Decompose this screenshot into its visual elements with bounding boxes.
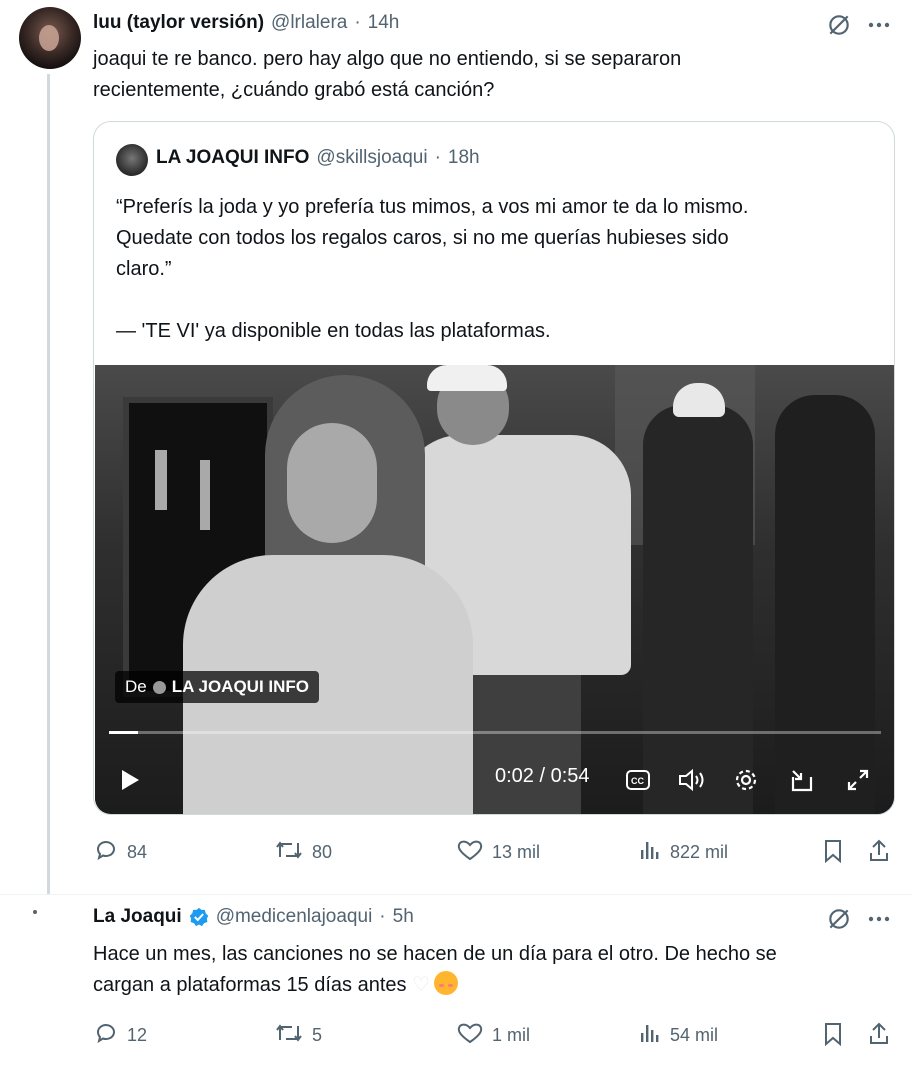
svg-text:CC: CC (631, 776, 644, 786)
reply-button[interactable]: 12 (93, 1021, 147, 1050)
quoted-text-line: claro.” (116, 258, 172, 280)
tweet-text-line: cargan a plataformas 15 días antes (93, 974, 407, 996)
tweet-header: La Joaqui @medicenlajoaqui · 5h (93, 906, 414, 928)
volume-icon[interactable] (675, 765, 709, 795)
quoted-handle[interactable]: @skillsjoaqui (316, 147, 427, 169)
bookmark-icon[interactable] (818, 836, 848, 866)
source-name: LA JOAQUI INFO (171, 677, 309, 696)
reply-count: 84 (127, 842, 148, 862)
views-button[interactable]: 54 mil (638, 1021, 718, 1050)
heart-icon (456, 1021, 484, 1050)
reply-icon (93, 1021, 119, 1050)
handle[interactable]: @medicenlajoaqui (216, 906, 373, 928)
retweet-icon (274, 838, 304, 867)
reply-button[interactable]: 84 (93, 838, 147, 867)
like-button[interactable]: 1 mil (456, 1021, 530, 1050)
divider (0, 894, 912, 895)
timestamp[interactable]: 14h (368, 12, 400, 34)
retweet-button[interactable]: 80 (274, 838, 332, 867)
blushing-face-emoji-icon (434, 971, 459, 995)
views-button[interactable]: 822 mil (638, 838, 728, 867)
display-name[interactable]: luu (taylor versión) (93, 12, 264, 34)
avatar[interactable] (19, 7, 81, 69)
quoted-text-line: “Preferís la joda y yo prefería tus mimo… (116, 196, 749, 218)
tweet-text-line: Hace un mes, las canciones no se hacen d… (93, 943, 777, 965)
grok-icon[interactable] (824, 904, 854, 934)
more-icon[interactable] (864, 10, 894, 40)
like-count: 1 mil (492, 1025, 531, 1045)
video-scene-cap (427, 365, 507, 391)
quoted-text-line: — 'TE VI' ya disponible en todas las pla… (116, 320, 551, 342)
bookmark-icon[interactable] (818, 1019, 848, 1049)
verified-badge-icon (189, 907, 209, 927)
reply-count: 12 (127, 1025, 148, 1045)
source-avatar-icon (152, 680, 166, 694)
separator: · (379, 906, 386, 927)
views-icon (638, 1021, 662, 1050)
quoted-tweet[interactable]: LA JOAQUI INFO @skillsjoaqui · 18h “Pref… (93, 121, 895, 815)
heart-icon (456, 838, 484, 867)
like-button[interactable]: 13 mil (456, 838, 540, 867)
views-count: 822 mil (670, 842, 729, 862)
reply-icon (93, 838, 119, 867)
tweet-text-line-wrap: cargan a plataformas 15 días antes ♡ (93, 970, 893, 1001)
share-icon[interactable] (864, 836, 894, 866)
separator: · (434, 147, 441, 168)
views-count: 54 mil (670, 1025, 719, 1045)
video-scene-face (287, 423, 377, 543)
quoted-avatar[interactable] (116, 144, 148, 176)
views-icon (638, 838, 662, 867)
tweet-text: Hace un mes, las canciones no se hacen d… (93, 939, 893, 1001)
like-count: 13 mil (492, 842, 541, 862)
video-progress-bar[interactable] (109, 731, 881, 734)
quoted-text-blank (116, 285, 866, 316)
tweet-header: luu (taylor versión) @lrlalera · 14h (93, 12, 399, 34)
video-progress-fill (109, 731, 138, 734)
quoted-header: LA JOAQUI INFO @skillsjoaqui · 18h (156, 147, 480, 169)
thread-dot (33, 910, 37, 914)
video-player[interactable]: De LA JOAQUI INFO 0:02 / 0:54 CC (95, 365, 894, 814)
video-source-pill[interactable]: De LA JOAQUI INFO (115, 671, 319, 703)
handle[interactable]: @lrlalera (271, 12, 347, 34)
captions-icon[interactable]: CC (623, 765, 653, 795)
quoted-text: “Preferís la joda y yo prefería tus mimo… (116, 192, 866, 347)
fullscreen-icon[interactable] (843, 765, 873, 795)
grok-icon[interactable] (824, 10, 854, 40)
quoted-text-line: Quedate con todos los regalos caros, si … (116, 227, 729, 249)
video-scene-detail (155, 450, 167, 510)
display-name[interactable]: La Joaqui (93, 906, 182, 928)
video-scene-detail (200, 460, 210, 530)
white-heart-emoji-icon: ♡ (412, 974, 431, 996)
dock-icon[interactable] (787, 765, 817, 795)
retweet-count: 5 (312, 1025, 323, 1045)
tweet-text-line: recientemente, ¿cuándo grabó está canció… (93, 79, 495, 101)
share-icon[interactable] (864, 1019, 894, 1049)
source-prefix: De (125, 677, 147, 696)
play-icon[interactable] (115, 765, 145, 795)
separator: · (354, 12, 361, 33)
retweet-icon (274, 1021, 304, 1050)
retweet-count: 80 (312, 842, 333, 862)
quoted-timestamp[interactable]: 18h (448, 147, 480, 169)
video-scene-person (775, 395, 875, 814)
thread-line (47, 74, 50, 894)
tweet-text: joaqui te re banco. pero hay algo que no… (93, 44, 883, 106)
video-time: 0:02 / 0:54 (495, 765, 590, 787)
retweet-button[interactable]: 5 (274, 1021, 322, 1050)
timestamp[interactable]: 5h (393, 906, 414, 928)
settings-icon[interactable] (731, 765, 761, 795)
quoted-display-name[interactable]: LA JOAQUI INFO (156, 147, 309, 169)
more-icon[interactable] (864, 904, 894, 934)
video-scene-person (643, 405, 753, 814)
tweet-text-line: joaqui te re banco. pero hay algo que no… (93, 48, 682, 70)
